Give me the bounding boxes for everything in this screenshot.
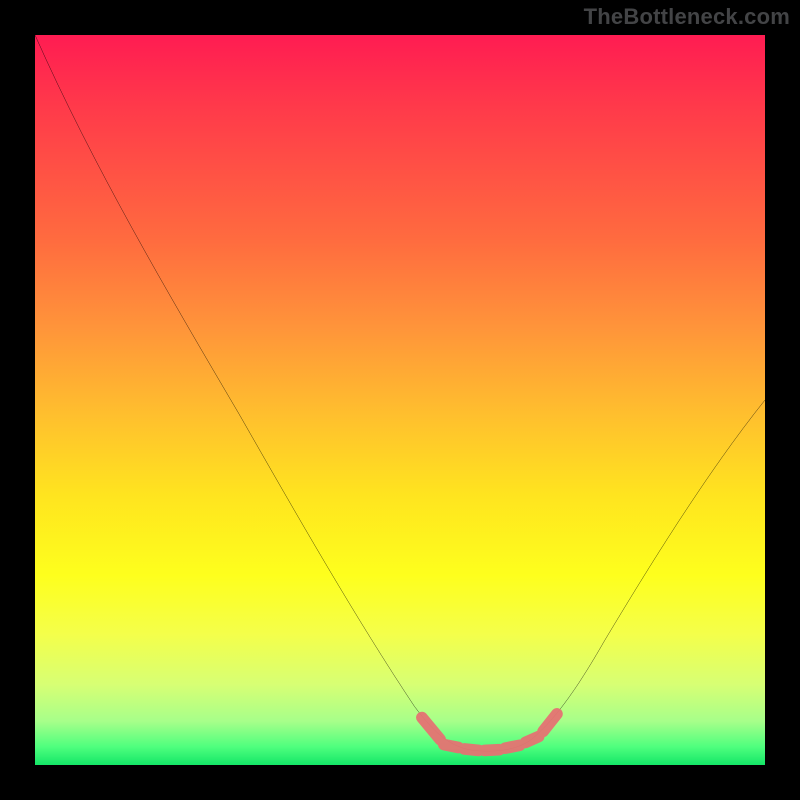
bottleneck-curve-svg — [35, 35, 765, 765]
plot-area — [35, 35, 765, 765]
chart-frame: TheBottleneck.com — [0, 0, 800, 800]
watermark-text: TheBottleneck.com — [584, 4, 790, 30]
flat-bottom-band — [422, 714, 557, 751]
bottleneck-curve — [35, 35, 765, 751]
